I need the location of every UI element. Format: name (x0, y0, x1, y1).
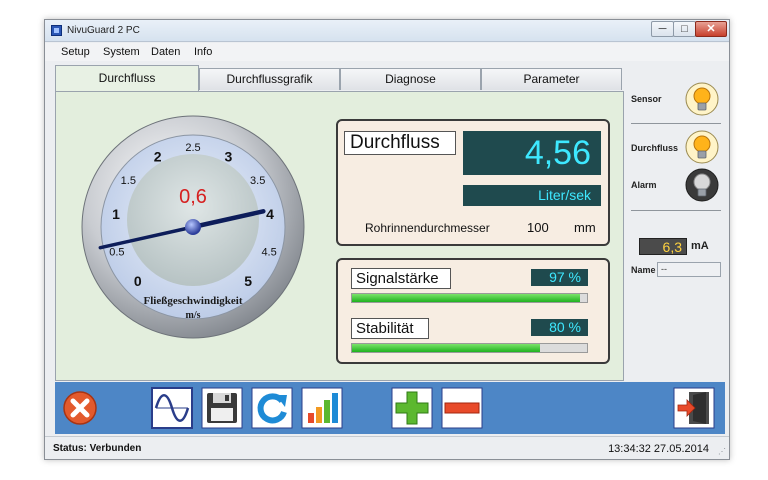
gauge-tick-label: 1.5 (121, 175, 136, 187)
plus-icon[interactable] (391, 387, 433, 429)
menu-system[interactable]: System (103, 46, 140, 58)
stability-value: 80 % (531, 319, 588, 336)
tab-durchfluss[interactable]: Durchfluss (55, 65, 199, 91)
gauge-tick-label: 3 (225, 149, 233, 165)
gauge-tick-label: 2.5 (185, 142, 200, 154)
tab-diagnose[interactable]: Diagnose (340, 68, 481, 90)
save-icon[interactable] (201, 387, 243, 429)
gauge-tick-label: 3.5 (250, 175, 265, 187)
gauge-tick-label: 2 (154, 149, 162, 165)
gauge-unit: m/s (186, 310, 201, 321)
status-sidebar: Sensor Durchfluss Alarm 6,3 mA Name -- (629, 68, 725, 378)
sidebar-divider (631, 123, 721, 124)
gauge-tick-label: 1 (112, 206, 120, 222)
exit-icon[interactable] (673, 387, 715, 429)
durchfluss-panel: 0,6 0 0.5 1 1.5 2 2.5 3 3.5 4 4.5 5 Fließgeschwind… (55, 91, 624, 381)
app-window: NivuGuard 2 PC ─ □ ✕ Setup System Daten … (44, 19, 730, 460)
flow-unit-display: Liter/sek (463, 185, 601, 206)
sensor-label: Sensor (631, 94, 662, 104)
tab-parameter[interactable]: Parameter (481, 68, 622, 90)
close-window-button[interactable]: ✕ (695, 21, 727, 37)
signal-strength-value: 97 % (531, 269, 588, 286)
flow-value-display: 4,56 (463, 131, 601, 175)
alarm-label: Alarm (631, 180, 657, 190)
signal-strength-fill (352, 294, 580, 302)
menu-info[interactable]: Info (194, 46, 212, 58)
sine-wave-icon[interactable] (151, 387, 193, 429)
refresh-icon[interactable] (251, 387, 293, 429)
name-label: Name (631, 265, 656, 275)
menu-setup[interactable]: Setup (61, 46, 90, 58)
close-icon[interactable] (59, 387, 101, 429)
velocity-gauge: 0,6 0 0.5 1 1.5 2 2.5 3 3.5 4 4.5 5 Fließgeschwind… (81, 115, 305, 339)
gauge-tick-label: 0 (134, 273, 142, 289)
gauge-value-readout: 0,6 (179, 186, 207, 208)
name-field[interactable]: -- (657, 262, 721, 277)
flow-panel: Durchfluss 4,56 Liter/sek Rohrinnendurch… (336, 119, 610, 246)
flow-title: Durchfluss (344, 131, 456, 155)
diameter-unit: mm (574, 220, 596, 235)
gauge-tick-label: 5 (244, 273, 252, 289)
gauge-tick-label: 4.5 (261, 247, 276, 259)
signal-strength-label: Signalstärke (351, 268, 451, 289)
signal-panel: Signalstärke 97 % Stabilität 80 % (336, 258, 610, 364)
stability-fill (352, 344, 540, 352)
tab-durchflussgrafik[interactable]: Durchflussgrafik (199, 68, 340, 90)
status-bar: Status: Verbunden 13:34:32 27.05.2014 ⋰ (45, 436, 729, 459)
diameter-label: Rohrinnendurchmesser (365, 221, 490, 235)
minimize-button[interactable]: ─ (651, 21, 674, 37)
title-bar[interactable]: NivuGuard 2 PC ─ □ ✕ (45, 20, 729, 42)
stability-bar (351, 343, 588, 353)
gauge-hub (185, 219, 201, 235)
menu-bar: Setup System Daten Info (45, 43, 729, 61)
diameter-value: 100 (527, 220, 549, 235)
app-icon (51, 25, 62, 36)
minus-icon[interactable] (441, 387, 483, 429)
maximize-button[interactable]: □ (673, 21, 696, 37)
durchfluss-lamp-icon (685, 130, 719, 164)
stability-label: Stabilität (351, 318, 429, 339)
current-value-display: 6,3 (639, 238, 687, 255)
toolbar (55, 382, 725, 434)
sidebar-divider (631, 210, 721, 211)
resize-grip-icon[interactable]: ⋰ (718, 447, 726, 456)
signal-strength-bar (351, 293, 588, 303)
connection-status: Status: Verbunden (53, 443, 142, 454)
sensor-lamp-icon (685, 82, 719, 116)
gauge-label: Fließgeschwindigkeit (143, 295, 242, 307)
durchfluss-lamp-label: Durchfluss (631, 143, 679, 153)
current-unit: mA (691, 240, 709, 252)
menu-daten[interactable]: Daten (151, 46, 180, 58)
gauge-tick-label: 4 (266, 206, 274, 222)
status-timestamp: 13:34:32 27.05.2014 (608, 443, 709, 455)
bar-chart-icon[interactable] (301, 387, 343, 429)
gauge-tick-label: 0.5 (109, 247, 124, 259)
alarm-lamp-icon (685, 168, 719, 202)
window-title: NivuGuard 2 PC (67, 25, 140, 36)
